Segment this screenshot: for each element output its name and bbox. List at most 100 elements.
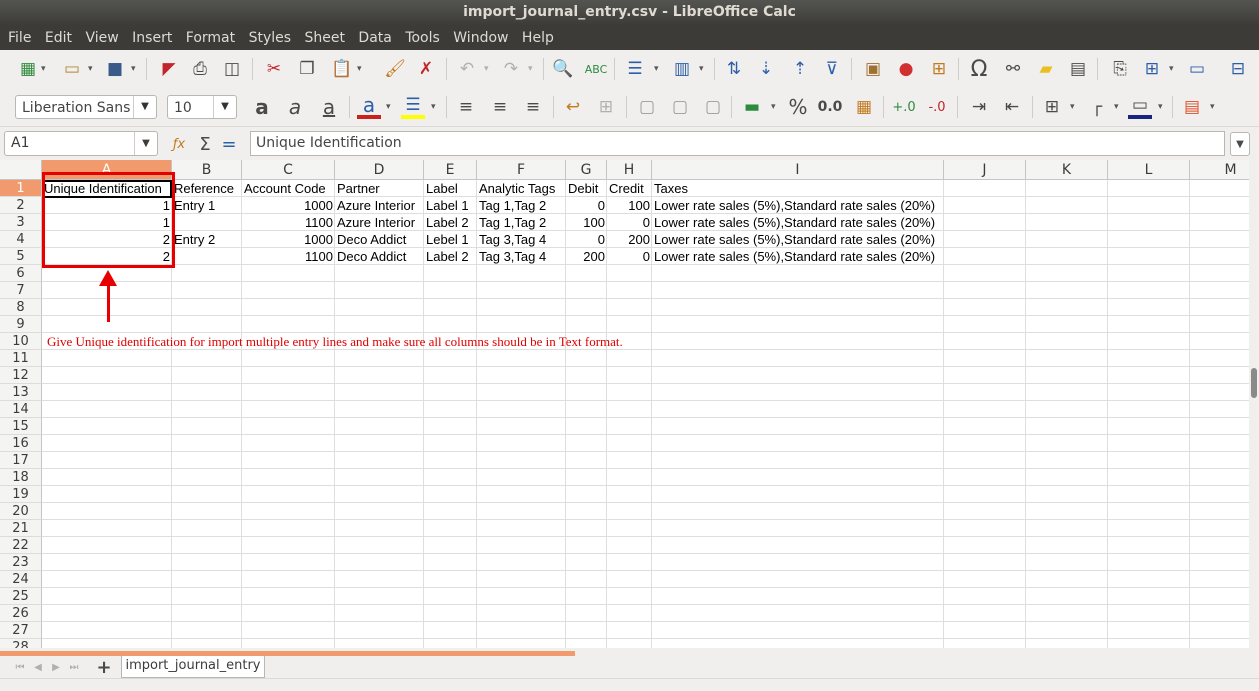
- row-header-18[interactable]: 18: [0, 469, 42, 486]
- row-header-1[interactable]: 1: [0, 180, 42, 197]
- underline-icon[interactable]: a: [317, 95, 341, 119]
- row-header-20[interactable]: 20: [0, 503, 42, 520]
- freeze-dropdown-icon[interactable]: ▾: [1169, 64, 1174, 74]
- align-middle-icon[interactable]: ▢: [668, 95, 692, 119]
- highlight-color-icon[interactable]: ☰: [401, 95, 425, 119]
- cell-h5[interactable]: 0: [607, 248, 652, 265]
- column-icon[interactable]: ▥: [670, 57, 694, 81]
- split-window-icon[interactable]: ▭: [1185, 57, 1209, 81]
- column-header-l[interactable]: L: [1108, 160, 1190, 180]
- italic-icon[interactable]: a: [283, 95, 307, 119]
- row-header-7[interactable]: 7: [0, 282, 42, 299]
- row-header-24[interactable]: 24: [0, 571, 42, 588]
- menu-data[interactable]: Data: [358, 26, 391, 50]
- conditional-format-icon[interactable]: ▤: [1180, 95, 1204, 119]
- menu-styles[interactable]: Styles: [249, 26, 291, 50]
- cell-c4[interactable]: 1000: [242, 231, 335, 248]
- font-name-combo[interactable]: Liberation Sans ▼: [15, 95, 157, 119]
- font-color-dropdown-icon[interactable]: ▾: [386, 102, 391, 112]
- percent-format-icon[interactable]: %: [786, 95, 810, 119]
- cell-e5[interactable]: Label 2: [424, 248, 477, 265]
- row-header-19[interactable]: 19: [0, 486, 42, 503]
- insert-chart-icon[interactable]: ●: [894, 57, 918, 81]
- row-header-28[interactable]: 28: [0, 639, 42, 648]
- cell-g1[interactable]: Debit: [566, 180, 607, 197]
- font-name-dropdown-icon[interactable]: ▼: [133, 96, 156, 118]
- new-document-icon[interactable]: ▦: [16, 57, 40, 81]
- align-left-icon[interactable]: ≡: [454, 95, 478, 119]
- row-header-5[interactable]: 5: [0, 248, 42, 265]
- formula-input[interactable]: Unique Identification: [250, 131, 1225, 156]
- row-header-6[interactable]: 6: [0, 265, 42, 282]
- cell-c5[interactable]: 1100: [242, 248, 335, 265]
- cell-g2[interactable]: 0: [566, 197, 607, 214]
- column-header-b[interactable]: B: [172, 160, 242, 180]
- delete-decimal-icon[interactable]: -.0: [925, 95, 949, 119]
- open-folder-icon[interactable]: ▭: [60, 57, 84, 81]
- cell-b2[interactable]: Entry 1: [172, 197, 242, 214]
- vertical-scroll-thumb[interactable]: [1251, 368, 1257, 398]
- sort-icon[interactable]: ⇅: [722, 57, 746, 81]
- cell-i1[interactable]: Taxes: [652, 180, 944, 197]
- conditional-dropdown-icon[interactable]: ▾: [1210, 102, 1215, 112]
- column-header-h[interactable]: H: [607, 160, 652, 180]
- cut-icon[interactable]: ✂: [262, 57, 286, 81]
- add-decimal-icon[interactable]: +.0: [892, 95, 916, 119]
- cell-g3[interactable]: 100: [566, 214, 607, 231]
- cell-h3[interactable]: 0: [607, 214, 652, 231]
- select-all-corner[interactable]: [0, 160, 42, 180]
- cell-g5[interactable]: 200: [566, 248, 607, 265]
- menu-view[interactable]: View: [85, 26, 118, 50]
- cell-b1[interactable]: Reference: [172, 180, 242, 197]
- row-icon[interactable]: ☰: [623, 57, 647, 81]
- cell-i2[interactable]: Lower rate sales (5%),Standard rate sale…: [652, 197, 944, 214]
- menu-file[interactable]: File: [8, 26, 31, 50]
- sheet-tab-active[interactable]: import_journal_entry: [121, 656, 265, 678]
- column-header-i[interactable]: I: [652, 160, 944, 180]
- cell-d4[interactable]: Deco Addict: [335, 231, 424, 248]
- column-header-m[interactable]: M: [1190, 160, 1249, 180]
- name-box[interactable]: A1 ▼: [4, 131, 158, 156]
- save-dropdown-icon[interactable]: ▾: [131, 64, 136, 74]
- cell-d5[interactable]: Deco Addict: [335, 248, 424, 265]
- border-color-icon[interactable]: ▭: [1128, 95, 1152, 119]
- align-bottom-icon[interactable]: ▢: [701, 95, 725, 119]
- new-dropdown-icon[interactable]: ▾: [41, 64, 46, 74]
- formula-icon[interactable]: =: [217, 132, 241, 156]
- cell-c2[interactable]: 1000: [242, 197, 335, 214]
- row-header-21[interactable]: 21: [0, 520, 42, 537]
- decrease-indent-icon[interactable]: ⇤: [1000, 95, 1024, 119]
- row-header-27[interactable]: 27: [0, 622, 42, 639]
- last-sheet-icon[interactable]: ⏭: [62, 655, 86, 679]
- menu-edit[interactable]: Edit: [45, 26, 72, 50]
- number-format-icon[interactable]: 0.0: [818, 95, 843, 119]
- cell-f4[interactable]: Tag 3,Tag 4: [477, 231, 566, 248]
- print-preview-icon[interactable]: ◫: [220, 57, 244, 81]
- freeze-rows-icon[interactable]: ⊞: [1140, 57, 1164, 81]
- paste-dropdown-icon[interactable]: ▾: [357, 64, 362, 74]
- cell-c1[interactable]: Account Code: [242, 180, 335, 197]
- cell-h2[interactable]: 100: [607, 197, 652, 214]
- currency-dropdown-icon[interactable]: ▾: [771, 102, 776, 112]
- row-header-12[interactable]: 12: [0, 367, 42, 384]
- column-header-k[interactable]: K: [1026, 160, 1108, 180]
- row-header-17[interactable]: 17: [0, 452, 42, 469]
- font-color-icon[interactable]: a: [357, 93, 381, 119]
- cell-i5[interactable]: Lower rate sales (5%),Standard rate sale…: [652, 248, 944, 265]
- cell-e4[interactable]: Lebel 1: [424, 231, 477, 248]
- sidebar-icon[interactable]: ⊟: [1226, 57, 1250, 81]
- column-header-g[interactable]: G: [566, 160, 607, 180]
- menu-sheet[interactable]: Sheet: [304, 26, 344, 50]
- clear-formatting-icon[interactable]: ✗: [414, 57, 438, 81]
- cell-i4[interactable]: Lower rate sales (5%),Standard rate sale…: [652, 231, 944, 248]
- spreadsheet-grid[interactable]: ABCDEFGHIJKLM 1 2 3 4 5 6 7 8 9 10 11 12 13 14 15 16 17 1…: [0, 160, 1249, 648]
- find-replace-icon[interactable]: 🔍: [551, 57, 575, 81]
- hyperlink-icon[interactable]: ⚯: [1001, 57, 1025, 81]
- menu-insert[interactable]: Insert: [132, 26, 172, 50]
- wrap-text-icon[interactable]: ↩: [561, 95, 585, 119]
- row-dropdown-icon[interactable]: ▾: [654, 64, 659, 74]
- merge-cells-icon[interactable]: ⊞: [594, 95, 618, 119]
- define-print-area-icon[interactable]: ⎘: [1108, 57, 1132, 81]
- sum-icon[interactable]: Σ: [193, 132, 217, 156]
- add-sheet-icon[interactable]: +: [92, 655, 116, 679]
